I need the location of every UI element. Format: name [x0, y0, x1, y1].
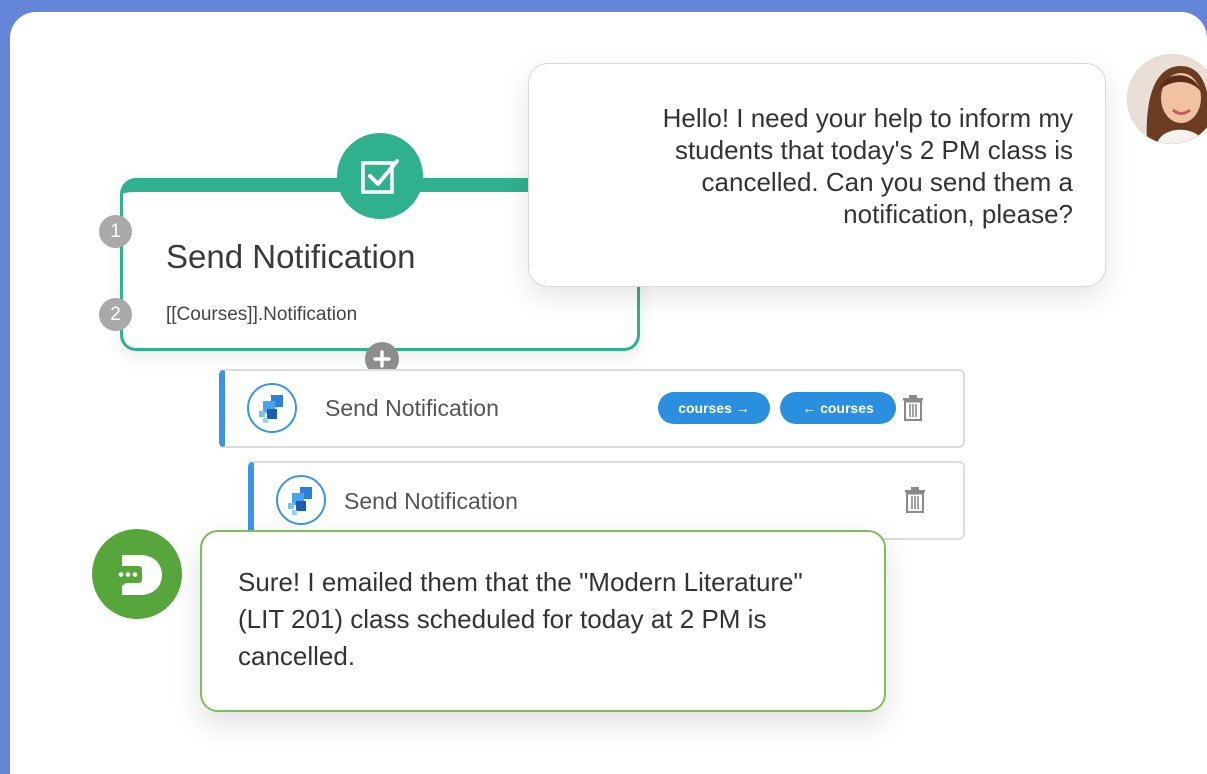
bot-message-bubble: Sure! I emailed them that the "Modern Li… — [200, 530, 886, 712]
user-message-bubble: Hello! I need your help to inform my stu… — [528, 63, 1106, 287]
user-avatar — [1127, 54, 1207, 144]
action-label: Send Notification — [325, 395, 499, 421]
trash-icon[interactable] — [904, 487, 926, 513]
courses-output-tag[interactable]: courses → — [658, 392, 770, 424]
app-logo-icon — [247, 383, 297, 433]
app-logo-icon — [276, 475, 326, 525]
node-subtitle: [[Courses]].Notification — [166, 304, 358, 325]
bot-message-text: Sure! I emailed them that the "Modern Li… — [238, 567, 803, 671]
step-number-2: 2 — [99, 298, 132, 331]
checkbox-icon — [337, 133, 423, 219]
chat-canvas: Send Notification [[Courses]].Notificati… — [10, 12, 1207, 774]
bot-logo-icon — [92, 529, 182, 619]
courses-input-tag[interactable]: ← courses — [780, 392, 896, 424]
node-title: Send Notification — [166, 238, 416, 275]
action-label: Send Notification — [344, 488, 518, 514]
trash-icon[interactable] — [902, 395, 924, 421]
user-message-text: Hello! I need your help to inform my stu… — [662, 103, 1073, 229]
step-number-1: 1 — [99, 215, 132, 248]
action-row[interactable]: Send Notification courses → ← courses — [219, 369, 965, 448]
plus-icon — [373, 350, 391, 368]
action-row[interactable]: Send Notification — [248, 461, 965, 540]
